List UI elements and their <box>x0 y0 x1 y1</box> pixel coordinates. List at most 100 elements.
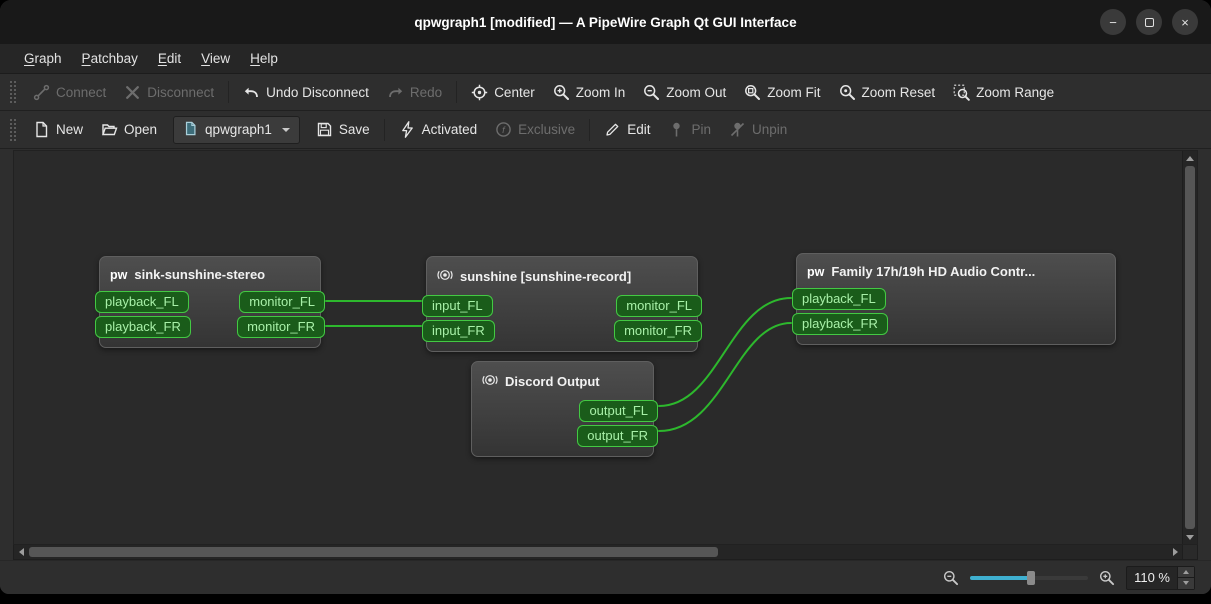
unpin-icon <box>729 121 746 138</box>
chevron-down-icon <box>281 127 290 132</box>
zoom-slider-fill <box>970 575 1032 580</box>
maximize-button[interactable] <box>1136 9 1162 35</box>
menu-edit[interactable]: Edit <box>148 47 191 70</box>
scroll-up-button[interactable] <box>1183 151 1197 165</box>
minimize-icon: − <box>1109 14 1117 30</box>
menu-view[interactable]: View <box>191 47 240 70</box>
zoom-value: 110 % <box>1134 570 1170 585</box>
horizontal-scrollbar[interactable] <box>13 545 1183 560</box>
port-monitor-fl[interactable]: monitor_FL <box>239 291 325 313</box>
graph-node-family-hd-audio[interactable]: pw Family 17h/19h HD Audio Contr... play… <box>792 253 1116 345</box>
menu-help[interactable]: Help <box>240 47 288 70</box>
close-button[interactable]: × <box>1172 9 1198 35</box>
graph-node-sink-sunshine-stereo[interactable]: pw sink-sunshine-stereo playback_FL moni… <box>95 256 325 348</box>
disconnect-button: Disconnect <box>115 79 223 106</box>
port-playback-fl[interactable]: playback_FL <box>792 288 886 310</box>
zoom-in-slider-button[interactable] <box>1099 570 1115 586</box>
vertical-scrollbar[interactable] <box>1182 151 1197 544</box>
maximize-icon <box>1144 17 1154 27</box>
zoom-out-button[interactable]: Zoom Out <box>634 79 735 106</box>
port-monitor-fr[interactable]: monitor_FR <box>237 316 325 338</box>
file-icon <box>183 121 198 139</box>
zoom-range-button[interactable]: Zoom Range <box>944 79 1063 106</box>
redo-icon <box>387 84 404 101</box>
zoom-step-down-button[interactable] <box>1178 577 1194 589</box>
toolbar-separator <box>383 118 385 141</box>
ports: playback_FL playback_FR <box>792 286 1115 344</box>
toolbar-separator <box>589 118 591 141</box>
toolbar-file: New Open qpwgraph1 Save Activated f Excl… <box>0 111 1211 149</box>
undo-icon <box>243 84 260 101</box>
scroll-right-button[interactable] <box>1168 545 1182 559</box>
open-folder-icon <box>101 121 118 138</box>
node-title-text: sunshine [sunshine-record] <box>460 269 632 284</box>
zoom-reset-icon <box>839 84 856 101</box>
zoom-slider-handle[interactable] <box>1027 570 1036 585</box>
edit-button[interactable]: Edit <box>595 116 659 143</box>
port-output-fr[interactable]: output_FR <box>577 425 658 447</box>
monitor-icon <box>482 372 498 392</box>
node-title: Discord Output <box>472 362 653 398</box>
zoom-spinbox[interactable]: 110 % <box>1126 565 1195 590</box>
zoom-fit-icon <box>744 84 761 101</box>
graph-selector-value: qpwgraph1 <box>205 122 272 137</box>
minimize-button[interactable]: − <box>1100 9 1126 35</box>
unpin-button: Unpin <box>720 116 796 143</box>
scrollbar-corner <box>1183 545 1198 560</box>
port-monitor-fr[interactable]: monitor_FR <box>614 320 702 342</box>
port-input-fl[interactable]: input_FL <box>422 295 493 317</box>
port-playback-fr[interactable]: playback_FR <box>792 313 888 335</box>
undo-button[interactable]: Undo Disconnect <box>234 79 378 106</box>
menu-graph[interactable]: Graph <box>14 47 72 70</box>
toolbar-separator <box>456 81 458 103</box>
port-output-fl[interactable]: output_FL <box>579 400 658 422</box>
titlebar[interactable]: qpwgraph1 [modified] — A PipeWire Graph … <box>0 0 1211 44</box>
graph-canvas[interactable]: pw sink-sunshine-stereo playback_FL moni… <box>14 151 1182 544</box>
pin-button: Pin <box>659 116 720 143</box>
ports: input_FL monitor_FL input_FR monitor_FR <box>422 293 702 351</box>
connect-icon <box>33 84 50 101</box>
app-window: qpwgraph1 [modified] — A PipeWire Graph … <box>0 0 1211 594</box>
zoom-step-up-button[interactable] <box>1178 566 1194 577</box>
save-icon <box>316 121 333 138</box>
scroll-left-button[interactable] <box>14 545 28 559</box>
triangle-right-icon <box>1172 548 1178 556</box>
zoom-fit-button[interactable]: Zoom Fit <box>735 79 829 106</box>
new-document-icon <box>33 121 50 138</box>
exclusive-icon: f <box>495 121 512 138</box>
port-playback-fr[interactable]: playback_FR <box>95 316 191 338</box>
toolbar-drag-handle[interactable] <box>10 118 16 141</box>
graph-node-sunshine[interactable]: sunshine [sunshine-record] input_FL moni… <box>422 256 702 352</box>
zoom-out-icon <box>643 84 660 101</box>
port-monitor-fl[interactable]: monitor_FL <box>616 295 702 317</box>
central-area: pw sink-sunshine-stereo playback_FL moni… <box>0 149 1211 560</box>
node-title: pw Family 17h/19h HD Audio Contr... <box>797 254 1115 286</box>
save-button[interactable]: Save <box>307 116 379 143</box>
node-title: pw sink-sunshine-stereo <box>100 257 320 289</box>
activated-button[interactable]: Activated <box>390 116 487 143</box>
zoom-out-slider-button[interactable] <box>943 570 959 586</box>
triangle-down-icon <box>1186 534 1194 540</box>
zoom-in-icon <box>553 84 570 101</box>
node-title-text: sink-sunshine-stereo <box>134 267 266 282</box>
port-input-fr[interactable]: input_FR <box>422 320 495 342</box>
menubar: Graph Patchbay Edit View Help <box>0 44 1211 74</box>
pipewire-icon: pw <box>110 267 128 282</box>
toolbar-drag-handle[interactable] <box>10 81 16 103</box>
zoom-slider[interactable] <box>970 570 1089 586</box>
vertical-scrollbar-handle[interactable] <box>1185 166 1195 529</box>
scroll-down-button[interactable] <box>1183 530 1197 544</box>
center-button[interactable]: Center <box>462 79 544 106</box>
graph-selector-combobox[interactable]: qpwgraph1 <box>173 115 300 144</box>
graph-node-discord-output[interactable]: Discord Output output_FL output_FR <box>471 361 658 457</box>
zoom-reset-button[interactable]: Zoom Reset <box>830 79 945 106</box>
zoom-in-button[interactable]: Zoom In <box>544 79 635 106</box>
pin-icon <box>668 121 685 138</box>
triangle-up-icon <box>1183 569 1189 574</box>
port-playback-fl[interactable]: playback_FL <box>95 291 189 313</box>
horizontal-scrollbar-handle[interactable] <box>29 547 719 557</box>
new-button[interactable]: New <box>24 116 92 143</box>
connect-button: Connect <box>24 79 115 106</box>
open-button[interactable]: Open <box>92 116 166 143</box>
menu-patchbay[interactable]: Patchbay <box>72 47 148 70</box>
